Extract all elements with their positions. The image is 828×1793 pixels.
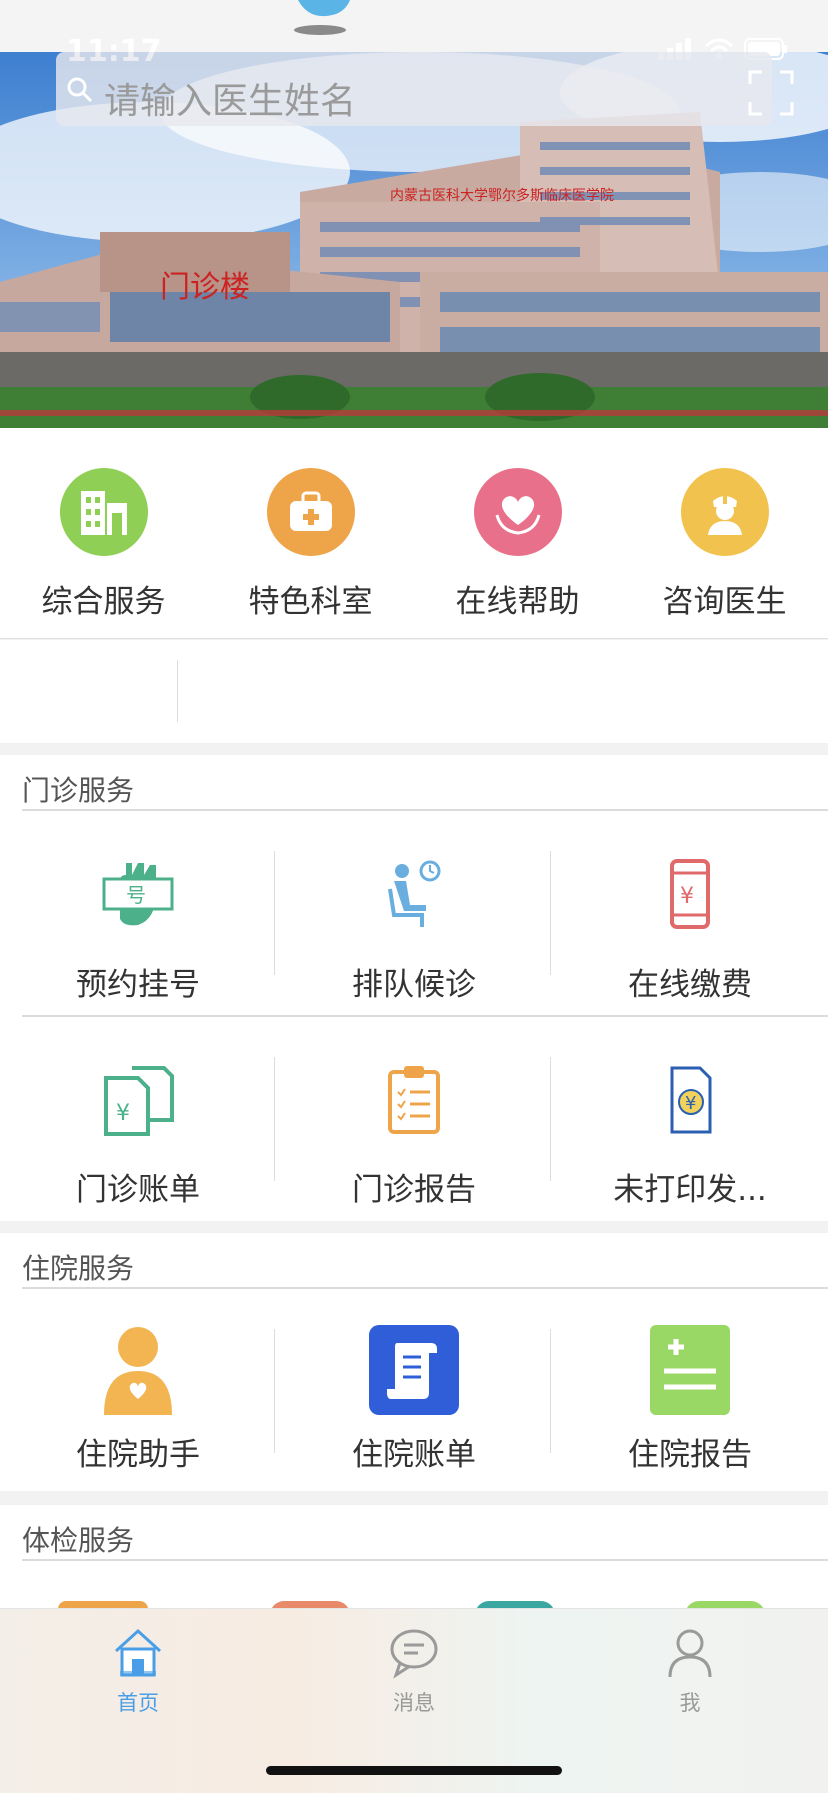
inpatient-assistant[interactable]: 住院助手 bbox=[0, 1325, 276, 1474]
divider bbox=[22, 1559, 828, 1561]
outpatient-section: 门诊服务 号 预约挂号 排队候诊 ¥ 在线缴费 ¥ 门诊账单 门诊报告 ¥ 未打… bbox=[0, 755, 828, 1221]
assistant-person-icon bbox=[0, 1325, 276, 1415]
waiting-seat-icon bbox=[276, 855, 552, 935]
divider bbox=[177, 660, 178, 722]
section-title: 体检服务 bbox=[22, 1524, 135, 1557]
search-icon bbox=[67, 77, 93, 103]
tab-label: 消息 bbox=[393, 1691, 435, 1715]
grid-item-label: 在线缴费 bbox=[628, 967, 752, 1003]
quick-nav-special-department[interactable]: 特色科室 bbox=[207, 468, 414, 621]
divider bbox=[550, 1329, 551, 1453]
phone-payment-icon: ¥ bbox=[552, 855, 828, 935]
scan-icon[interactable] bbox=[748, 70, 794, 116]
quick-nav-label: 特色科室 bbox=[248, 584, 373, 620]
quick-nav-label: 咨询医生 bbox=[662, 584, 787, 620]
quick-nav-label: 综合服务 bbox=[41, 584, 166, 620]
unprinted-invoice[interactable]: ¥ 未打印发... bbox=[552, 1060, 828, 1209]
clipboard-report-icon bbox=[276, 1060, 552, 1140]
hospital-building-icon bbox=[59, 468, 148, 556]
profile-icon bbox=[668, 1629, 712, 1678]
scroll-bill-icon bbox=[276, 1325, 552, 1415]
tab-label: 我 bbox=[679, 1691, 701, 1715]
grid-item-label: 排队候诊 bbox=[352, 967, 476, 1003]
invoice-icon: ¥ bbox=[552, 1060, 828, 1140]
divider bbox=[274, 1057, 275, 1181]
online-payment[interactable]: ¥ 在线缴费 bbox=[552, 855, 828, 1004]
outpatient-report[interactable]: 门诊报告 bbox=[276, 1060, 552, 1209]
bill-document-icon: ¥ bbox=[0, 1060, 276, 1140]
grid-item-label: 未打印发... bbox=[613, 1172, 767, 1208]
divider bbox=[274, 1329, 275, 1453]
quick-nav-general-service[interactable]: 综合服务 bbox=[0, 468, 207, 621]
quick-nav: 综合服务 特色科室 在线帮助 咨询医生 bbox=[0, 428, 828, 639]
svg-text:号: 号 bbox=[126, 883, 146, 907]
grid-item-label: 预约挂号 bbox=[76, 967, 200, 1003]
svg-text:¥: ¥ bbox=[116, 1101, 130, 1126]
inpatient-bill[interactable]: 住院账单 bbox=[276, 1325, 552, 1474]
hand-number-icon: 号 bbox=[0, 855, 276, 935]
grid-item-label: 门诊报告 bbox=[352, 1172, 476, 1208]
report-list-icon bbox=[552, 1325, 828, 1415]
queue-waiting[interactable]: 排队候诊 bbox=[276, 855, 552, 1004]
appointment-booking[interactable]: 号 预约挂号 bbox=[0, 855, 276, 1004]
divider bbox=[22, 1287, 828, 1289]
message-icon bbox=[390, 1629, 438, 1679]
home-indicator bbox=[266, 1766, 562, 1775]
search-placeholder: 请输入医生姓名 bbox=[104, 81, 357, 122]
heart-hands-icon bbox=[473, 468, 562, 556]
tab-home[interactable]: 首页 bbox=[0, 1627, 276, 1717]
inpatient-report[interactable]: 住院报告 bbox=[552, 1325, 828, 1474]
divider bbox=[274, 851, 275, 975]
svg-text:¥: ¥ bbox=[680, 884, 694, 909]
grid-item-label: 住院报告 bbox=[628, 1437, 752, 1473]
building-sign: 门诊楼 bbox=[160, 270, 250, 305]
grid-item-label: 住院助手 bbox=[76, 1437, 200, 1473]
medical-kit-icon bbox=[266, 468, 355, 556]
grid-item-label: 住院账单 bbox=[352, 1437, 476, 1473]
section-title: 住院服务 bbox=[22, 1252, 135, 1285]
divider bbox=[550, 1057, 551, 1181]
section-title: 门诊服务 bbox=[22, 774, 135, 807]
divider bbox=[22, 809, 828, 811]
quick-nav-label: 在线帮助 bbox=[455, 584, 580, 620]
tab-profile[interactable]: 我 bbox=[552, 1627, 828, 1717]
notice-strip[interactable] bbox=[0, 640, 828, 743]
logo-fragment-icon bbox=[294, 0, 350, 35]
grid-item-label: 门诊账单 bbox=[76, 1172, 200, 1208]
tab-messages[interactable]: 消息 bbox=[276, 1627, 552, 1717]
divider bbox=[22, 1015, 828, 1017]
divider bbox=[550, 851, 551, 975]
checkup-section: 体检服务 bbox=[0, 1505, 828, 1615]
hospital-name-sign: 内蒙古医科大学鄂尔多斯临床医学院 bbox=[390, 187, 614, 204]
home-icon bbox=[114, 1628, 162, 1677]
tab-label: 首页 bbox=[117, 1691, 159, 1715]
doctor-icon bbox=[680, 468, 769, 556]
svg-text:¥: ¥ bbox=[685, 1093, 696, 1114]
quick-nav-online-help[interactable]: 在线帮助 bbox=[414, 468, 621, 621]
inpatient-section: 住院服务 住院助手 住院账单 住院报告 bbox=[0, 1233, 828, 1491]
outpatient-bill[interactable]: ¥ 门诊账单 bbox=[0, 1060, 276, 1209]
quick-nav-consult-doctor[interactable]: 咨询医生 bbox=[621, 468, 828, 621]
